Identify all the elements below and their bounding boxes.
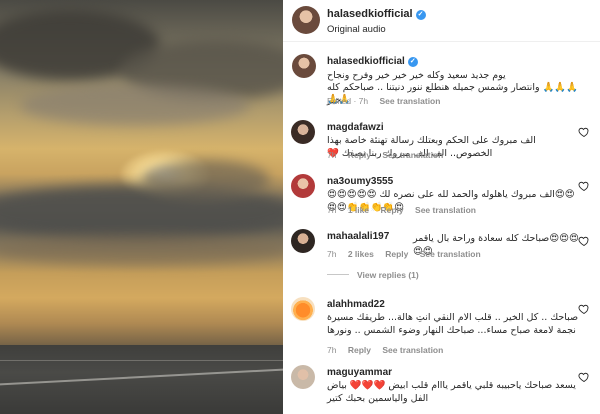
heart-icon[interactable] bbox=[578, 303, 590, 315]
view-replies-button[interactable]: View replies (1) bbox=[327, 270, 419, 280]
comment-meta: 7h 2 likes Reply See translation bbox=[327, 249, 490, 259]
reply-button[interactable]: Reply bbox=[348, 345, 371, 355]
comment-username[interactable]: na3oumy3555 bbox=[327, 176, 393, 187]
reply-button[interactable]: Reply bbox=[385, 249, 408, 259]
like-count[interactable]: 2 likes bbox=[348, 249, 374, 259]
author-username[interactable]: halasedkiofficial ✓ bbox=[327, 8, 426, 20]
avatar[interactable] bbox=[291, 174, 315, 198]
verified-icon: ✓ bbox=[415, 10, 426, 20]
comment-time: 7h bbox=[327, 150, 337, 160]
avatar[interactable] bbox=[291, 297, 315, 321]
avatar[interactable] bbox=[292, 6, 320, 34]
heart-icon[interactable] bbox=[578, 180, 590, 192]
comment-time: 7h bbox=[327, 249, 337, 259]
road-marking bbox=[0, 360, 283, 361]
comments-panel: halasedkiofficial ✓ Original audio halase… bbox=[283, 0, 600, 414]
comment-text: يسعد صباحك ياحبيبه قلبي ياقمر يااام قلب … bbox=[327, 380, 576, 404]
caption-author[interactable]: halasedkiofficial bbox=[327, 56, 405, 67]
avatar[interactable] bbox=[291, 229, 315, 253]
comment-time: 7h bbox=[327, 205, 337, 215]
heart-icon[interactable] bbox=[578, 126, 590, 138]
comment-username[interactable]: mahaalali197 bbox=[327, 231, 389, 242]
replies-divider bbox=[327, 274, 349, 275]
comment-text: 😍😍😍صباحك كله سعادة وراحة بال ياقمر 😍😍 bbox=[413, 233, 579, 257]
cloud-shape bbox=[0, 235, 283, 265]
post-media[interactable] bbox=[0, 0, 283, 414]
caption-meta: Edited · 7h See translation bbox=[327, 96, 449, 106]
verified-icon: ✓ bbox=[407, 57, 418, 67]
see-translation-link[interactable]: See translation bbox=[380, 96, 441, 106]
heart-icon[interactable] bbox=[578, 235, 590, 247]
edited-label: Edited · 7h bbox=[327, 96, 369, 106]
post-header: halasedkiofficial ✓ Original audio bbox=[283, 0, 600, 42]
audio-label[interactable]: Original audio bbox=[327, 24, 386, 35]
comment-meta: 7h Reply See translation bbox=[327, 150, 452, 160]
comment-meta: 7h 1 like Reply See translation bbox=[327, 205, 485, 215]
author-name[interactable]: halasedkiofficial bbox=[327, 8, 413, 20]
like-count[interactable]: 1 like bbox=[348, 205, 369, 215]
see-translation-link[interactable]: See translation bbox=[415, 205, 476, 215]
view-replies-label[interactable]: View replies (1) bbox=[357, 270, 419, 280]
see-translation-link[interactable]: See translation bbox=[382, 345, 443, 355]
comment-username[interactable]: maguyammar bbox=[327, 367, 392, 378]
heart-icon[interactable] bbox=[578, 371, 590, 383]
comment-username[interactable]: magdafawzi bbox=[327, 122, 384, 133]
comment-username[interactable]: alahhmad22 bbox=[327, 299, 385, 310]
comment-meta: 7h Reply See translation bbox=[327, 345, 452, 355]
avatar[interactable] bbox=[292, 54, 316, 78]
reply-button[interactable]: Reply bbox=[348, 150, 371, 160]
avatar[interactable] bbox=[291, 365, 315, 389]
road bbox=[0, 345, 283, 414]
comment-time: 7h bbox=[327, 345, 337, 355]
reply-button[interactable]: Reply bbox=[381, 205, 404, 215]
see-translation-link[interactable]: See translation bbox=[382, 150, 443, 160]
see-translation-link[interactable]: See translation bbox=[420, 249, 481, 259]
cloud-shape bbox=[20, 85, 250, 125]
comment-item: maguyammar يسعد صباحك ياحبيبه قلبي ياقمر… bbox=[283, 365, 600, 411]
avatar[interactable] bbox=[291, 120, 315, 144]
cloud-shape bbox=[140, 160, 270, 200]
caption-username[interactable]: halasedkiofficial ✓ bbox=[327, 56, 418, 67]
